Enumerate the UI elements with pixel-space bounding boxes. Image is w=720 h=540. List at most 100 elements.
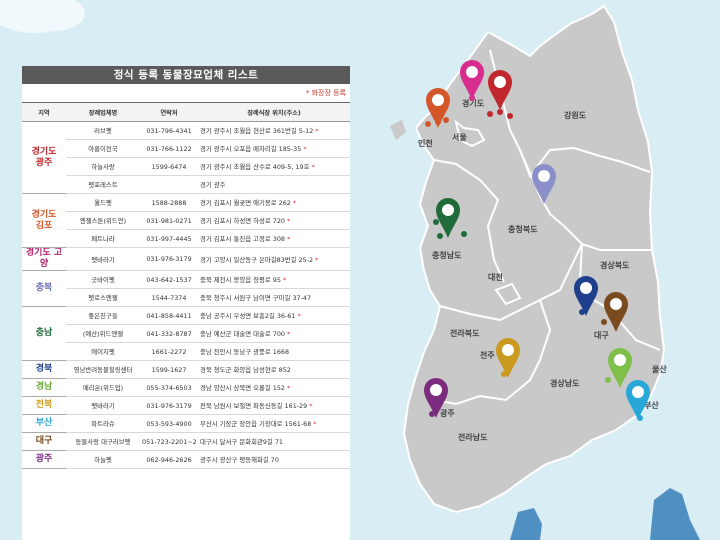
region-cell: 경북	[22, 360, 66, 379]
address-text: 경기 김포시 하성면 하성로 720	[200, 217, 285, 225]
table-row: 경기도 김포 월드펫 1588-2888 경기 김포시 월곶면 애기봉로 262 *	[22, 193, 350, 248]
table-row: 펫포레스트 경기 광주	[22, 175, 350, 194]
table-row: 펫로스엔젤 1544-7374 충북 청주시 서원구 남이면 구미길 37-47	[22, 288, 350, 307]
phone-cell: 031-997-4445	[140, 229, 198, 248]
address-cell: 충북 제천시 봉양읍 장평로 95 *	[198, 270, 350, 289]
address-cell: 경기 김포시 통진읍 고정로 308 *	[198, 229, 350, 248]
company-name-cell: 펫포레스트	[66, 175, 140, 194]
address-text: 충북 청주시 서원구 남이면 구미길 37-47	[200, 294, 312, 302]
address-cell: 충남 천안시 동남구 광풍로 1668	[198, 342, 350, 361]
address-text: 경기 김포시 통진읍 고정로 308	[200, 235, 285, 243]
company-name-cell: 펫로스엔젤	[66, 288, 140, 307]
address-cell: 경기 광주	[198, 175, 350, 194]
company-name-cell: 펫바라기	[66, 247, 140, 271]
company-name-cell: 영남반려동물힐링센터	[66, 360, 140, 379]
phone-cell: 031-981-0271	[140, 211, 198, 230]
table-row: 충북 굿바이펫 043-642-1537 충북 제천시 봉양읍 장평로 95 *	[22, 270, 350, 307]
table-row: 광주 하늘펫 062-946-2626 광주시 광산구 평동해화길 70	[22, 450, 350, 469]
company-table: 지역 장례업체명 연락처 장례식장 위치(주소) 경기도 광주 러브펫 031-796…	[22, 102, 350, 469]
address-text: 경기 광주시 초월읍 산수로 409-5, 19호	[200, 163, 310, 171]
label-jeonbuk: 전라북도	[450, 328, 480, 338]
cremation-mark-icon: *	[313, 255, 319, 264]
address-cell: 광주시 광산구 평동해화길 70	[198, 450, 350, 469]
phone-cell: 062-946-2626	[140, 450, 198, 469]
phone-cell: 1588-2888	[140, 193, 198, 212]
company-name-cell: 메리온(위드업)	[66, 378, 140, 397]
phone-cell: 1599-1627	[140, 360, 198, 379]
region-cell: 경기도 고양	[22, 247, 66, 271]
table-row: 경기도 고양 펫바라기 031-976-3179 경기 고양시 일산동구 은마길83번…	[22, 247, 350, 271]
table-body: 경기도 광주 러브펫 031-796-4341 경기 광주시 초월읍 현산로 361번길…	[22, 121, 350, 469]
phone-cell: 1599-6474	[140, 157, 198, 176]
region-cell: 경남	[22, 378, 66, 397]
address-cell: 충남 공주시 우성면 보흥2길 36-61 *	[198, 306, 350, 325]
figure-decoration	[510, 508, 542, 540]
address-cell: 경기 광주시 초월읍 현산로 361번길 5-12 *	[198, 121, 350, 140]
table-row: 경기도 광주 러브펫 031-796-4341 경기 광주시 초월읍 현산로 361번길…	[22, 121, 350, 194]
address-cell: 경기 광주시 오포읍 매자리길 185-35 *	[198, 139, 350, 158]
address-text: 전북 남원시 보절면 파동신동길 161-29	[200, 402, 308, 410]
region-cell: 광주	[22, 450, 66, 469]
label-incheon: 인천	[418, 138, 433, 148]
address-text: 경기 김포시 월곶면 애기봉로 262	[200, 199, 291, 207]
phone-cell: 053-593-4900	[140, 414, 198, 433]
company-name-cell: 좋은친구들	[66, 306, 140, 325]
company-name-cell: 러브펫	[66, 121, 140, 140]
phone-cell: 055-374-6503	[140, 378, 198, 397]
company-name-cell: 페트나라	[66, 229, 140, 248]
location-dot	[461, 231, 467, 237]
cremation-mark-icon: *	[295, 312, 301, 320]
cremation-mark-icon: *	[301, 145, 307, 153]
label-gyeongbuk: 경상북도	[600, 260, 630, 270]
label-chungbuk: 충청북도	[508, 224, 538, 234]
cremation-mark-icon: *	[285, 384, 291, 392]
cremation-mark-icon: *	[307, 402, 313, 410]
cremation-mark-icon: *	[285, 330, 291, 338]
label-gangwon: 강원도	[564, 110, 587, 120]
address-cell: 부산시 기장군 장안읍 기장대로 1561-68 *	[198, 414, 350, 433]
company-list-panel: 정식 등록 동물장묘업체 리스트 * 화장장 등록 지역 장례업체명 연락처 장…	[22, 66, 350, 540]
location-dot	[487, 111, 493, 117]
phone-cell: 041-332-8787	[140, 324, 198, 343]
table-row: 전북 펫바라기 031-976-3179 전북 남원시 보절면 파동신동길 161-2…	[22, 396, 350, 415]
phone-cell: 031-796-4341	[140, 121, 198, 140]
table-row: 하늘사랑 1599-6474 경기 광주시 초월읍 산수로 409-5, 19호 *	[22, 157, 350, 176]
address-cell: 경기 고양시 일산동구 은마길83번길 25-2 *	[198, 247, 350, 271]
korea-map: 강원도 경기도 서울 인천 충청북도 충청남도 대전 경상북도 전라북도 전주 …	[390, 4, 700, 540]
label-chungnam: 충청남도	[432, 250, 462, 260]
location-dot	[433, 219, 439, 225]
cremation-mark-icon: *	[290, 199, 297, 207]
location-dot	[601, 319, 607, 325]
address-text: 부산시 기장군 장안읍 기장대로 1561-68	[200, 420, 312, 428]
label-gyeongnam: 경상남도	[550, 378, 580, 388]
table-row: 엔젤스톤(위드언) 031-981-0271 경기 김포시 하성면 하성로 720 …	[22, 211, 350, 230]
label-ulsan: 울산	[652, 364, 667, 374]
company-name-cell: 월드펫	[66, 193, 140, 212]
region-cell: 충북	[22, 270, 66, 307]
phone-cell: 031-766-1122	[140, 139, 198, 158]
label-daejeon: 대전	[488, 272, 503, 282]
company-name-cell: (예산)위드엔젤	[66, 324, 140, 343]
location-dot	[605, 377, 611, 383]
cremation-mark-icon: *	[280, 276, 287, 284]
list-title: 정식 등록 동물장묘업체 리스트	[22, 66, 350, 84]
figure-decoration	[650, 488, 700, 540]
region-cell: 경기도 김포	[22, 193, 66, 248]
table-row: 부산 파트라슈 053-593-4900 부산시 기장군 장안읍 기장대로 1561-…	[22, 414, 350, 433]
company-name-cell: 하늘사랑	[66, 157, 140, 176]
address-cell: 충남 예산군 대술면 대술로 700 *	[198, 324, 350, 343]
table-row: 페트나라 031-997-4445 경기 김포시 통진읍 고정로 308 *	[22, 229, 350, 248]
location-dot	[443, 117, 449, 123]
region-cell: 부산	[22, 414, 66, 433]
header-address: 장례식장 위치(주소)	[198, 102, 350, 122]
address-text: 대구시 달서구 문화회관9길 71	[200, 438, 283, 446]
address-text: 충북 제천시 봉양읍 장평로 95	[200, 276, 281, 284]
company-name-cell: 굿바이펫	[66, 270, 140, 289]
table-row: 대구 동물사랑 대구러브펫 051-723-2201~2 대구시 달서구 문화회관9길…	[22, 432, 350, 451]
phone-cell: 041-858-4411	[140, 306, 198, 325]
location-dot	[437, 233, 443, 239]
company-name-cell: 동물사랑 대구러브펫	[66, 432, 140, 451]
location-dot	[425, 121, 431, 127]
island-shape	[390, 120, 406, 140]
address-cell: 경북 청도군 화양읍 남성현로 852	[198, 360, 350, 379]
